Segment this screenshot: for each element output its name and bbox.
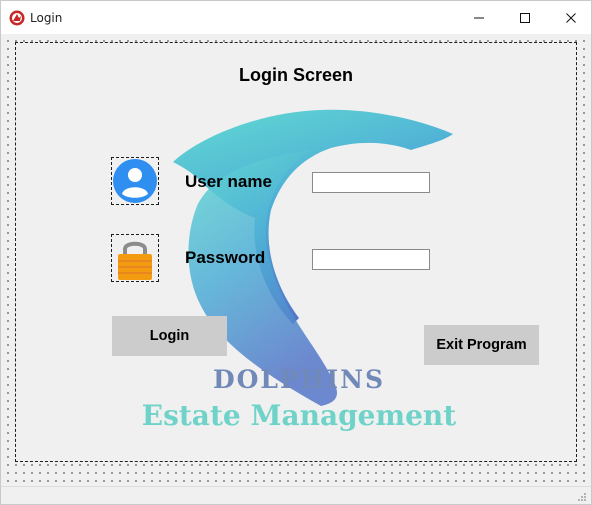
minimize-button[interactable] — [456, 1, 502, 34]
user-icon-box — [111, 157, 159, 205]
lock-icon-box — [111, 234, 159, 282]
lock-icon — [118, 241, 152, 280]
username-input[interactable] — [312, 172, 430, 193]
status-bar — [1, 486, 591, 504]
maximize-button[interactable] — [502, 1, 548, 34]
brand-estate-management: Estate Management — [141, 399, 457, 432]
password-input[interactable] — [312, 249, 430, 270]
form-client-area: Login Screen User name Password Login Ex… — [1, 34, 591, 504]
login-window: Login Login Screen User name Password Lo… — [0, 0, 592, 505]
close-icon — [566, 12, 576, 23]
login-panel: Login Screen User name Password Login Ex… — [15, 42, 577, 462]
window-title: Login — [30, 11, 63, 25]
username-label: User name — [185, 172, 272, 191]
app-icon — [9, 10, 25, 26]
login-button[interactable]: Login — [112, 316, 227, 356]
brand-dolphins: DOLPHINS — [212, 365, 386, 394]
minimize-icon — [474, 17, 484, 18]
title-bar[interactable]: Login — [1, 1, 591, 34]
resize-grip-icon[interactable] — [577, 492, 587, 502]
page-title: Login Screen — [238, 65, 354, 85]
maximize-icon — [520, 12, 530, 23]
exit-program-button[interactable]: Exit Program — [424, 325, 539, 365]
close-button[interactable] — [548, 1, 591, 34]
password-label: Password — [185, 248, 266, 267]
user-icon — [113, 159, 157, 203]
